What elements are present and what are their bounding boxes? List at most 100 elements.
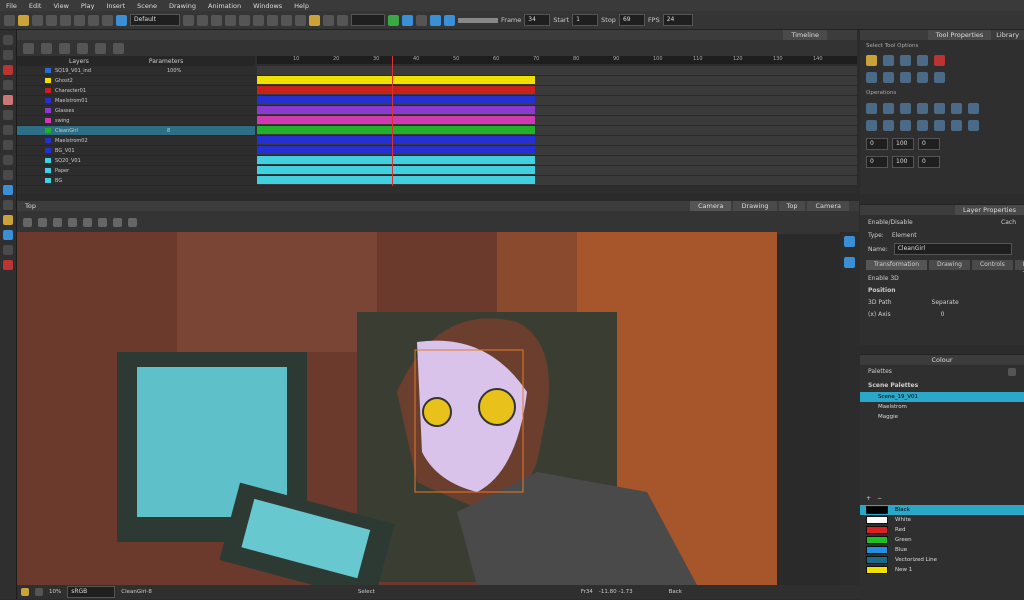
- option-d-icon[interactable]: [917, 72, 928, 83]
- remove-colour-icon[interactable]: −: [877, 495, 882, 502]
- menu-scene[interactable]: Scene: [131, 2, 163, 10]
- keyframe-icon[interactable]: [59, 42, 70, 54]
- 3d-path-radio[interactable]: 3D Path: [868, 299, 892, 306]
- tool-a-icon[interactable]: [197, 14, 208, 26]
- save-icon[interactable]: [32, 14, 43, 26]
- blank-select[interactable]: [351, 14, 385, 26]
- reset-view-icon[interactable]: [844, 236, 855, 247]
- width-field[interactable]: 100: [892, 138, 914, 150]
- exposure-block[interactable]: [257, 156, 535, 164]
- layer-row[interactable]: Paper: [17, 166, 255, 176]
- layer-row[interactable]: BG_V01: [17, 146, 255, 156]
- tool-i-icon[interactable]: [323, 14, 334, 26]
- frame-row[interactable]: [257, 76, 857, 86]
- menu-insert[interactable]: Insert: [100, 2, 131, 10]
- menu-view[interactable]: View: [47, 2, 74, 10]
- transform-tool-icon[interactable]: [3, 170, 13, 180]
- undo-icon[interactable]: [88, 14, 99, 26]
- layer-properties-tab[interactable]: Layer Properties: [954, 205, 1024, 215]
- vp-tool-6-icon[interactable]: [98, 218, 107, 227]
- grid-icon[interactable]: [35, 588, 43, 596]
- select-tool-icon[interactable]: [3, 35, 13, 45]
- skew-field[interactable]: 0: [918, 156, 940, 168]
- op-a-icon[interactable]: [866, 120, 877, 131]
- drawing-canvas[interactable]: [17, 232, 777, 585]
- workspace-icon[interactable]: [183, 14, 194, 26]
- tool-e-icon[interactable]: [253, 14, 264, 26]
- colour-swatch-row[interactable]: New 1: [860, 565, 1024, 575]
- zoom-value[interactable]: 10%: [49, 589, 61, 595]
- tool-h-icon[interactable]: [295, 14, 306, 26]
- enable-3d-checkbox[interactable]: Enable 3D: [860, 273, 1024, 284]
- sound-icon[interactable]: [430, 14, 441, 26]
- paint-tool-icon[interactable]: [3, 140, 13, 150]
- exposure-block[interactable]: [257, 126, 535, 134]
- frame-row[interactable]: [257, 66, 857, 76]
- exposure-block[interactable]: [257, 176, 535, 184]
- colour-swatch-row[interactable]: Blue: [860, 545, 1024, 555]
- pencil-tool-icon[interactable]: [3, 80, 13, 90]
- vp-tool-5-icon[interactable]: [83, 218, 92, 227]
- loop-icon[interactable]: [416, 14, 427, 26]
- op-e-icon[interactable]: [934, 120, 945, 131]
- add-colour-icon[interactable]: +: [866, 495, 871, 502]
- rigging-tool-icon[interactable]: [3, 185, 13, 195]
- fps-field[interactable]: 24: [662, 14, 693, 26]
- tool-j-icon[interactable]: [337, 14, 348, 26]
- tool-c-icon[interactable]: [225, 14, 236, 26]
- colour-swatch-row[interactable]: Vectorized Line: [860, 555, 1024, 565]
- option-c-icon[interactable]: [900, 72, 911, 83]
- op-f-icon[interactable]: [951, 120, 962, 131]
- timeline-tab[interactable]: Timeline: [783, 30, 827, 40]
- add-layer-icon[interactable]: [23, 42, 34, 54]
- separate-radio[interactable]: Separate: [932, 299, 959, 306]
- layer-row[interactable]: Ghost2: [17, 76, 255, 86]
- brush-tool-icon[interactable]: [3, 65, 13, 75]
- vp-tool-2-icon[interactable]: [38, 218, 47, 227]
- op-g-icon[interactable]: [968, 120, 979, 131]
- layer-row[interactable]: Maelstrom01: [17, 96, 255, 106]
- frame-icon[interactable]: [309, 14, 320, 26]
- menu-windows[interactable]: Windows: [247, 2, 288, 10]
- frame-row[interactable]: [257, 86, 857, 96]
- smooth-icon[interactable]: [934, 103, 945, 114]
- exposure-block[interactable]: [257, 86, 535, 94]
- zoom-tool-icon[interactable]: [3, 245, 13, 255]
- op-c-icon[interactable]: [900, 120, 911, 131]
- stop-field[interactable]: 69: [618, 14, 645, 26]
- tab-line-thickness[interactable]: Line Thi: [1014, 260, 1024, 278]
- tab-drawing-view[interactable]: Drawing: [733, 201, 777, 211]
- clear-icon[interactable]: [934, 55, 945, 66]
- frame-row[interactable]: [257, 166, 857, 176]
- magnet-icon[interactable]: [900, 55, 911, 66]
- lasso-icon[interactable]: [866, 55, 877, 66]
- frame-field[interactable]: 34: [524, 14, 551, 26]
- cache-checkbox[interactable]: Cach: [1001, 219, 1016, 226]
- offset-x-field[interactable]: 0: [866, 138, 888, 150]
- tab-camera-2[interactable]: Camera: [807, 201, 849, 211]
- menu-animation[interactable]: Animation: [202, 2, 247, 10]
- flip-v-icon[interactable]: [883, 103, 894, 114]
- colour-swatch-row[interactable]: Green: [860, 535, 1024, 545]
- frame-ruler[interactable]: 10 20 30 40 50 60 70 80 90 100 110 120 130 140: [257, 56, 857, 64]
- frame-row[interactable]: [257, 106, 857, 116]
- onion-icon[interactable]: [77, 42, 88, 54]
- marquee-icon[interactable]: [883, 55, 894, 66]
- open-icon[interactable]: [18, 14, 29, 26]
- deform-tool-icon[interactable]: [3, 215, 13, 225]
- layer-row[interactable]: Glasses: [17, 106, 255, 116]
- layer-row[interactable]: swing: [17, 116, 255, 126]
- shape-tool-icon[interactable]: [3, 125, 13, 135]
- option-b-icon[interactable]: [883, 72, 894, 83]
- option-e-icon[interactable]: [934, 72, 945, 83]
- tool-f-icon[interactable]: [267, 14, 278, 26]
- exposure-block[interactable]: [257, 146, 535, 154]
- tab-transformation[interactable]: Transformation: [866, 260, 928, 270]
- menu-drawing[interactable]: Drawing: [163, 2, 202, 10]
- height-field[interactable]: 100: [892, 156, 914, 168]
- exposure-block[interactable]: [257, 136, 535, 144]
- start-field[interactable]: 1: [572, 14, 599, 26]
- menu-edit[interactable]: Edit: [23, 2, 48, 10]
- paste-icon[interactable]: [74, 14, 85, 26]
- exposure-block[interactable]: [257, 166, 535, 174]
